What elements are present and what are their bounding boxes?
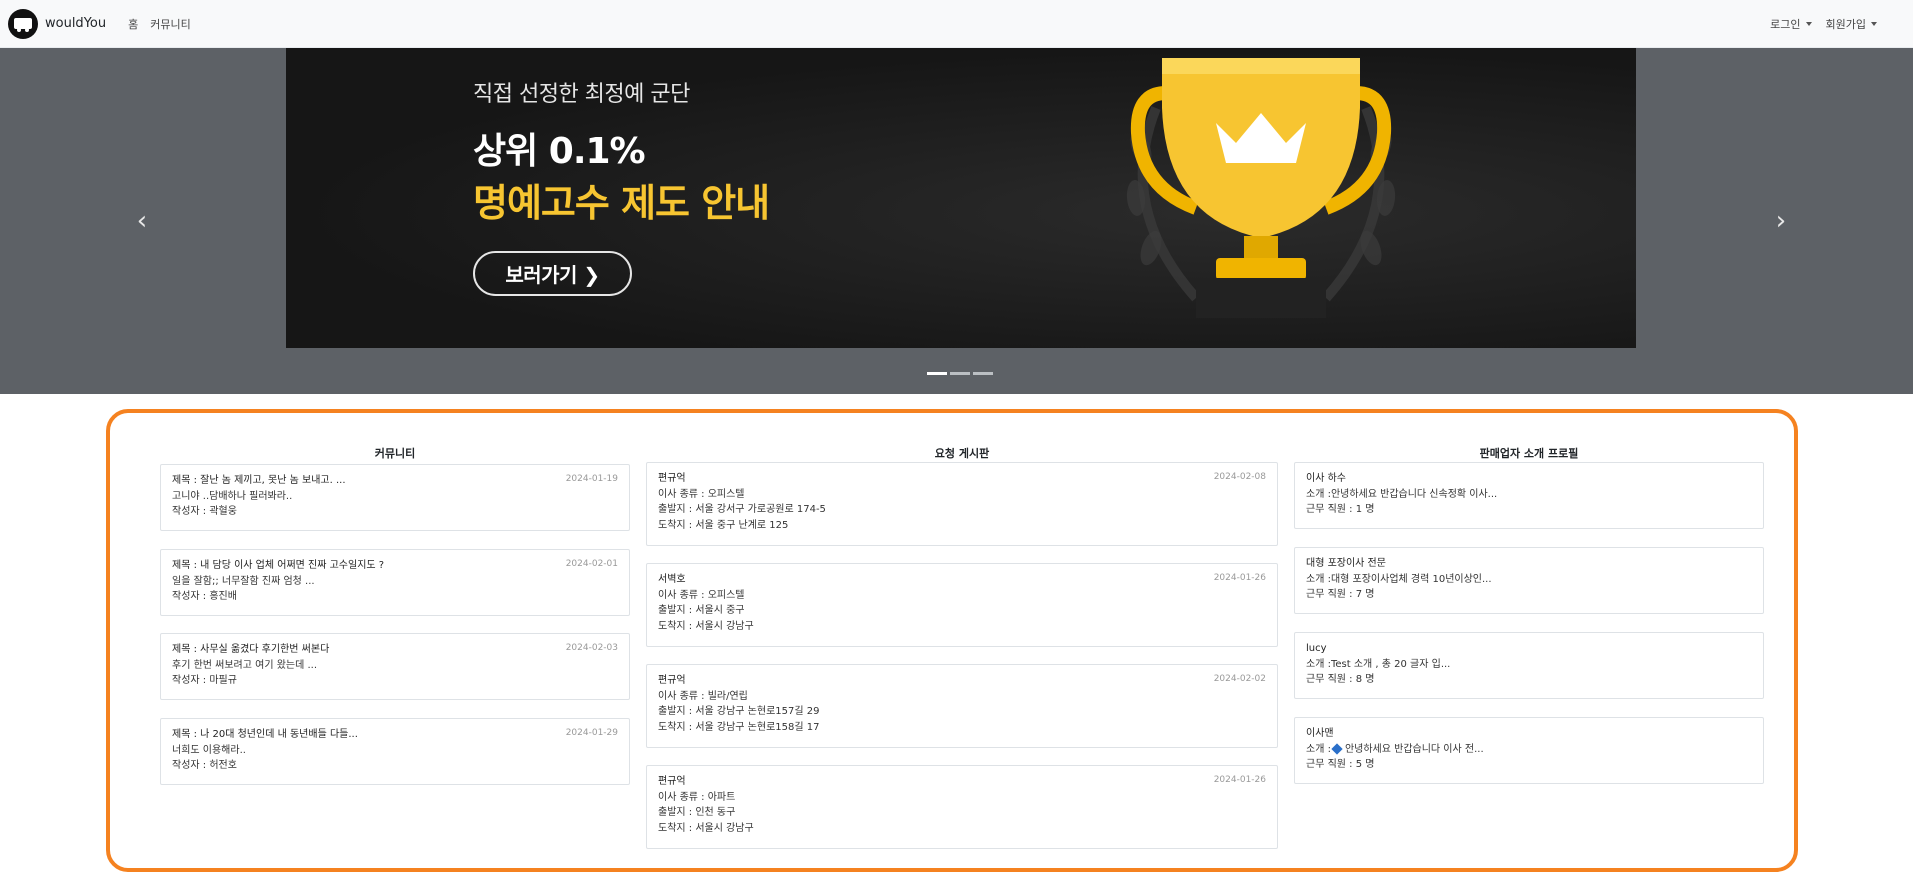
post-title: 제목 : 나 20대 청년인데 내 동년배들 다들... bbox=[172, 729, 358, 740]
login-dropdown[interactable]: 로그인 bbox=[1770, 16, 1812, 32]
seller-staff: 근무 직원 : 1 명 bbox=[1306, 504, 1375, 515]
request-to: 도착지 : 서울 강남구 논현로158길 17 bbox=[658, 721, 820, 733]
chevron-left-icon[interactable]: ‹ bbox=[130, 208, 154, 234]
carousel-indicators bbox=[927, 372, 996, 375]
request-name: 서벽호 bbox=[658, 574, 686, 585]
banner-carousel: 직접 선정한 최정예 군단 상위 0.1% 명예고수 제도 안내 보러가기 ❯ bbox=[0, 48, 1913, 394]
seller-card[interactable]: 이사 하수 소개 :안녕하세요 반갑습니다 신속정확 이사... 근무 직원 :… bbox=[1294, 462, 1764, 529]
community-post-card[interactable]: 제목 : 나 20대 청년인데 내 동년배들 다들... 너희도 이용해라.. … bbox=[160, 718, 630, 785]
signup-dropdown[interactable]: 회원가입 bbox=[1826, 16, 1877, 32]
banner-view-button[interactable]: 보러가기 ❯ bbox=[473, 251, 632, 296]
request-from: 출발지 : 인천 동구 bbox=[658, 807, 736, 818]
request-date: 2024-01-26 bbox=[1213, 775, 1266, 785]
nav-home[interactable]: 홈 bbox=[128, 16, 138, 32]
request-date: 2024-02-02 bbox=[1213, 674, 1266, 684]
caret-down-icon bbox=[1805, 22, 1812, 26]
request-name: 편규억 bbox=[658, 675, 686, 686]
banner-title-line1: 상위 0.1% bbox=[473, 131, 646, 172]
request-date: 2024-01-26 bbox=[1213, 573, 1266, 583]
nav-community[interactable]: 커뮤니티 bbox=[150, 16, 190, 32]
post-body: 고니야 ..담배하나 필러봐라.. bbox=[172, 490, 293, 502]
seller-intro: 소개 :안녕하세요 반갑습니다 신속정확 이사... bbox=[1306, 488, 1498, 500]
seller-staff: 근무 직원 : 5 명 bbox=[1306, 759, 1375, 770]
community-post-card[interactable]: 제목 : 사무실 옮겼다 후기한번 써본다 후기 한번 써보려고 여기 왔는데 … bbox=[160, 633, 630, 700]
seller-intro: 소개 :대형 포장이사업체 경력 10년이상인... bbox=[1306, 573, 1492, 585]
chevron-right-icon[interactable]: › bbox=[1769, 208, 1793, 234]
request-name: 편규억 bbox=[658, 776, 686, 787]
seller-card[interactable]: lucy 소개 :Test 소개 , 총 20 글자 입... 근무 직원 : … bbox=[1294, 632, 1764, 699]
post-author: 작성자 : 곽혈웅 bbox=[172, 506, 237, 517]
seller-profiles-column: 판매업자 소개 프로필 이사 하수 소개 :안녕하세요 반갑습니다 신속정확 이… bbox=[1294, 445, 1764, 784]
seller-profiles-title: 판매업자 소개 프로필 bbox=[1479, 447, 1579, 460]
post-date: 2024-01-29 bbox=[565, 728, 618, 738]
seller-intro-line: 소개 : 안녕하세요 반갑습니다 이사 전... bbox=[1306, 742, 1752, 758]
post-body: 일을 잘함;; 너무잘함 진짜 엄청 ... bbox=[172, 575, 315, 587]
seller-name: 이사 하수 bbox=[1306, 473, 1346, 484]
seller-intro: 소개 :Test 소개 , 총 20 글자 입... bbox=[1306, 658, 1451, 670]
post-date: 2024-02-03 bbox=[565, 643, 618, 653]
post-title: 제목 : 잘난 놈 제끼고, 못난 놈 보내고. ... bbox=[172, 475, 346, 486]
banner-title-line2: 명예고수 제도 안내 bbox=[473, 181, 770, 225]
request-to: 도착지 : 서울 중구 난계로 125 bbox=[658, 519, 789, 531]
post-body: 너희도 이용해라.. bbox=[172, 744, 246, 756]
request-board-column: 요청 게시판 편규억 이사 종류 : 오피스텔 출발지 : 서울 강서구 가로공… bbox=[646, 445, 1278, 849]
seller-intro: 안녕하세요 반갑습니다 이사 전... bbox=[1344, 743, 1484, 755]
banner-subtitle: 직접 선정한 최정예 군단 bbox=[473, 82, 690, 107]
carousel-indicator[interactable] bbox=[973, 372, 993, 375]
banner-slide[interactable]: 직접 선정한 최정예 군단 상위 0.1% 명예고수 제도 안내 보러가기 ❯ bbox=[286, 48, 1636, 348]
seller-name: lucy bbox=[1306, 643, 1327, 654]
seller-card[interactable]: 이사맨 소개 : 안녕하세요 반갑습니다 이사 전... 근무 직원 : 5 명 bbox=[1294, 717, 1764, 784]
post-author: 작성자 : 허전호 bbox=[172, 760, 237, 771]
carousel-indicator[interactable] bbox=[950, 372, 970, 375]
blue-diamond-icon bbox=[1331, 742, 1343, 755]
request-from: 출발지 : 서울 강서구 가로공원로 174-5 bbox=[658, 504, 826, 515]
request-type: 이사 종류 : 아파트 bbox=[658, 791, 736, 803]
request-to: 도착지 : 서울시 강남구 bbox=[658, 822, 754, 834]
request-from: 출발지 : 서울 강남구 논현로157길 29 bbox=[658, 706, 820, 717]
caret-down-icon bbox=[1871, 22, 1877, 26]
community-column: 커뮤니티 제목 : 잘난 놈 제끼고, 못난 놈 보내고. ... 고니야 ..… bbox=[160, 445, 630, 785]
brand[interactable]: wouldYou bbox=[8, 8, 107, 39]
post-date: 2024-02-01 bbox=[565, 559, 618, 569]
trophy-icon bbox=[1126, 58, 1396, 318]
post-date: 2024-01-19 bbox=[565, 474, 618, 484]
request-to: 도착지 : 서울시 강남구 bbox=[658, 620, 754, 632]
request-from: 출발지 : 서울시 중구 bbox=[658, 605, 745, 616]
community-title: 커뮤니티 bbox=[374, 447, 416, 460]
seller-staff: 근무 직원 : 8 명 bbox=[1306, 674, 1375, 685]
post-title: 제목 : 사무실 옮겼다 후기한번 써본다 bbox=[172, 644, 330, 655]
request-card[interactable]: 서벽호 이사 종류 : 오피스텔 출발지 : 서울시 중구 도착지 : 서울시 … bbox=[646, 563, 1278, 647]
request-type: 이사 종류 : 오피스텔 bbox=[658, 589, 745, 601]
request-date: 2024-02-08 bbox=[1213, 472, 1266, 482]
signup-label: 회원가입 bbox=[1825, 18, 1866, 31]
post-body: 후기 한번 써보려고 여기 왔는데 ... bbox=[172, 659, 318, 671]
seller-staff: 근무 직원 : 7 명 bbox=[1306, 589, 1375, 600]
request-card[interactable]: 편규억 이사 종류 : 오피스텔 출발지 : 서울 강서구 가로공원로 174-… bbox=[646, 462, 1278, 546]
seller-card[interactable]: 대형 포장이사 전문 소개 :대형 포장이사업체 경력 10년이상인... 근무… bbox=[1294, 547, 1764, 614]
community-post-card[interactable]: 제목 : 내 담당 이사 업체 어쩌면 진짜 고수일지도 ? 일을 잘함;; 너… bbox=[160, 549, 630, 616]
seller-name: 대형 포장이사 전문 bbox=[1306, 558, 1386, 569]
login-label: 로그인 bbox=[1770, 18, 1801, 31]
post-author: 작성자 : 마필규 bbox=[172, 675, 237, 686]
request-board-title: 요청 게시판 bbox=[934, 447, 990, 460]
post-author: 작성자 : 홍진배 bbox=[172, 591, 237, 602]
seller-name: 이사맨 bbox=[1306, 728, 1334, 739]
top-navbar: wouldYou 홈 커뮤니티 로그인 회원가입 bbox=[0, 0, 1913, 48]
request-name: 편규억 bbox=[658, 473, 686, 484]
seller-intro-prefix: 소개 : bbox=[1306, 743, 1331, 755]
nav-right: 로그인 회원가입 bbox=[1756, 0, 1877, 48]
brand-name: wouldYou bbox=[45, 16, 107, 31]
community-post-card[interactable]: 제목 : 잘난 놈 제끼고, 못난 놈 보내고. ... 고니야 ..담배하나 … bbox=[160, 464, 630, 531]
truck-logo-icon bbox=[8, 8, 38, 39]
request-type: 이사 종류 : 오피스텔 bbox=[658, 488, 745, 500]
request-card[interactable]: 편규억 이사 종류 : 아파트 출발지 : 인천 동구 도착지 : 서울시 강남… bbox=[646, 765, 1278, 849]
post-title: 제목 : 내 담당 이사 업체 어쩌면 진짜 고수일지도 ? bbox=[172, 560, 385, 571]
request-card[interactable]: 편규억 이사 종류 : 빌라/연립 출발지 : 서울 강남구 논현로157길 2… bbox=[646, 664, 1278, 748]
carousel-indicator[interactable] bbox=[927, 372, 947, 375]
request-type: 이사 종류 : 빌라/연립 bbox=[658, 690, 748, 702]
